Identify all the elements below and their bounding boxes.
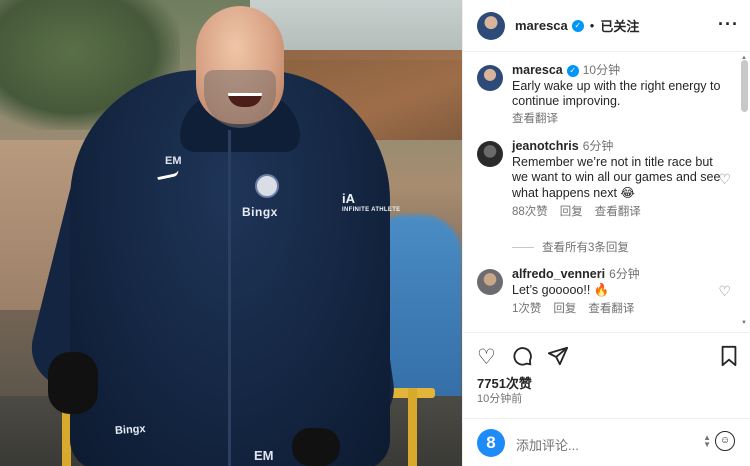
follow-status-button[interactable]: 已关注: [600, 16, 639, 35]
bookmark-icon[interactable]: [719, 345, 739, 373]
verified-badge-icon: ✓: [566, 65, 579, 77]
more-options-icon[interactable]: ···: [718, 14, 739, 35]
author-avatar[interactable]: [477, 11, 505, 40]
trouser-initials: EM: [254, 448, 274, 463]
view-replies-link[interactable]: 查看所有3条回复: [512, 239, 629, 255]
comment-username[interactable]: alfredo_venneri: [512, 267, 605, 281]
post-actions-bar: ♡ 7751次赞 10分钟前: [463, 332, 750, 412]
comment-like-heart-icon[interactable]: ♡: [718, 283, 731, 300]
comment-likes[interactable]: 88次赞: [512, 206, 548, 218]
comments-list[interactable]: maresca ✓ 10分钟 Early wake up with the righ…: [463, 53, 750, 331]
comment-text: Let’s gooooo!! 🔥: [512, 282, 610, 297]
commenter-avatar[interactable]: [477, 269, 503, 295]
add-comment-input[interactable]: 添加评论...: [516, 435, 579, 454]
comment-time[interactable]: 6分钟: [609, 267, 640, 281]
reply-button[interactable]: 回复: [553, 303, 576, 315]
posted-time[interactable]: 10分钟前: [477, 390, 522, 406]
caption-text: Early wake up with the right energy to c…: [512, 78, 721, 109]
caption-translate-link[interactable]: 查看翻译: [512, 113, 558, 125]
left-glove: [48, 352, 98, 414]
comments-scrollbar[interactable]: [741, 60, 748, 112]
post-photo[interactable]: EM Bingx iA INFINITE ATHLETE Bingx EM: [0, 0, 462, 466]
verified-badge-icon: ✓: [571, 19, 584, 32]
commenter-avatar[interactable]: [477, 141, 503, 167]
comment-item: jeanotchris 6分钟 Remember we’re not in tit…: [477, 139, 731, 221]
comment-like-heart-icon[interactable]: ♡: [718, 171, 731, 188]
jacket-zip: [228, 130, 231, 466]
comment-username[interactable]: jeanotchris: [512, 139, 579, 153]
caption-username[interactable]: maresca: [512, 63, 563, 77]
partner-mark: iA: [342, 191, 355, 206]
heart-icon[interactable]: ♡: [477, 345, 496, 370]
comment-icon[interactable]: [511, 345, 533, 373]
railing-post: [408, 388, 417, 466]
comment-time[interactable]: 6分钟: [583, 139, 614, 153]
comment-likes[interactable]: 1次赞: [512, 303, 541, 315]
post-header: maresca ✓ • 已关注 ···: [463, 0, 750, 52]
author-username[interactable]: maresca: [515, 18, 568, 33]
trouser-sponsor: Bingx: [114, 422, 146, 438]
reply-button[interactable]: 回复: [560, 206, 583, 218]
caption: maresca ✓ 10分钟 Early wake up with the righ…: [477, 63, 727, 127]
partner-subtitle: INFINITE ATHLETE: [342, 207, 401, 213]
post-side-panel: maresca ✓ • 已关注 ··· maresca ✓ 10分钟 Early w…: [462, 0, 750, 466]
scroll-stepper-icon[interactable]: ▲ ▼: [703, 434, 711, 449]
add-comment-bar: 8 添加评论... ▲ ▼ ☺: [463, 418, 750, 466]
emoji-picker-icon[interactable]: ☺: [715, 431, 735, 451]
send-icon[interactable]: [547, 345, 569, 373]
translate-link[interactable]: 查看翻译: [588, 303, 634, 315]
jacket-initials: EM: [165, 155, 182, 167]
sleeve-partner-logo: iA INFINITE ATHLETE: [342, 192, 400, 213]
comment-text: Remember we’re not in title race but we …: [512, 154, 721, 200]
caption-time[interactable]: 10分钟: [583, 63, 620, 77]
current-user-avatar: 8: [477, 429, 505, 457]
scroll-down-arrow-icon[interactable]: ▼: [741, 320, 747, 326]
jacket-sponsor: Bingx: [242, 205, 278, 219]
header-separator: •: [589, 18, 595, 33]
comment-item: alfredo_venneri 6分钟 Let’s gooooo!! 🔥 1次赞回…: [477, 267, 731, 318]
translate-link[interactable]: 查看翻译: [595, 206, 641, 218]
author-avatar[interactable]: [477, 65, 503, 91]
club-crest-icon: [255, 174, 279, 198]
right-glove: [292, 428, 340, 466]
